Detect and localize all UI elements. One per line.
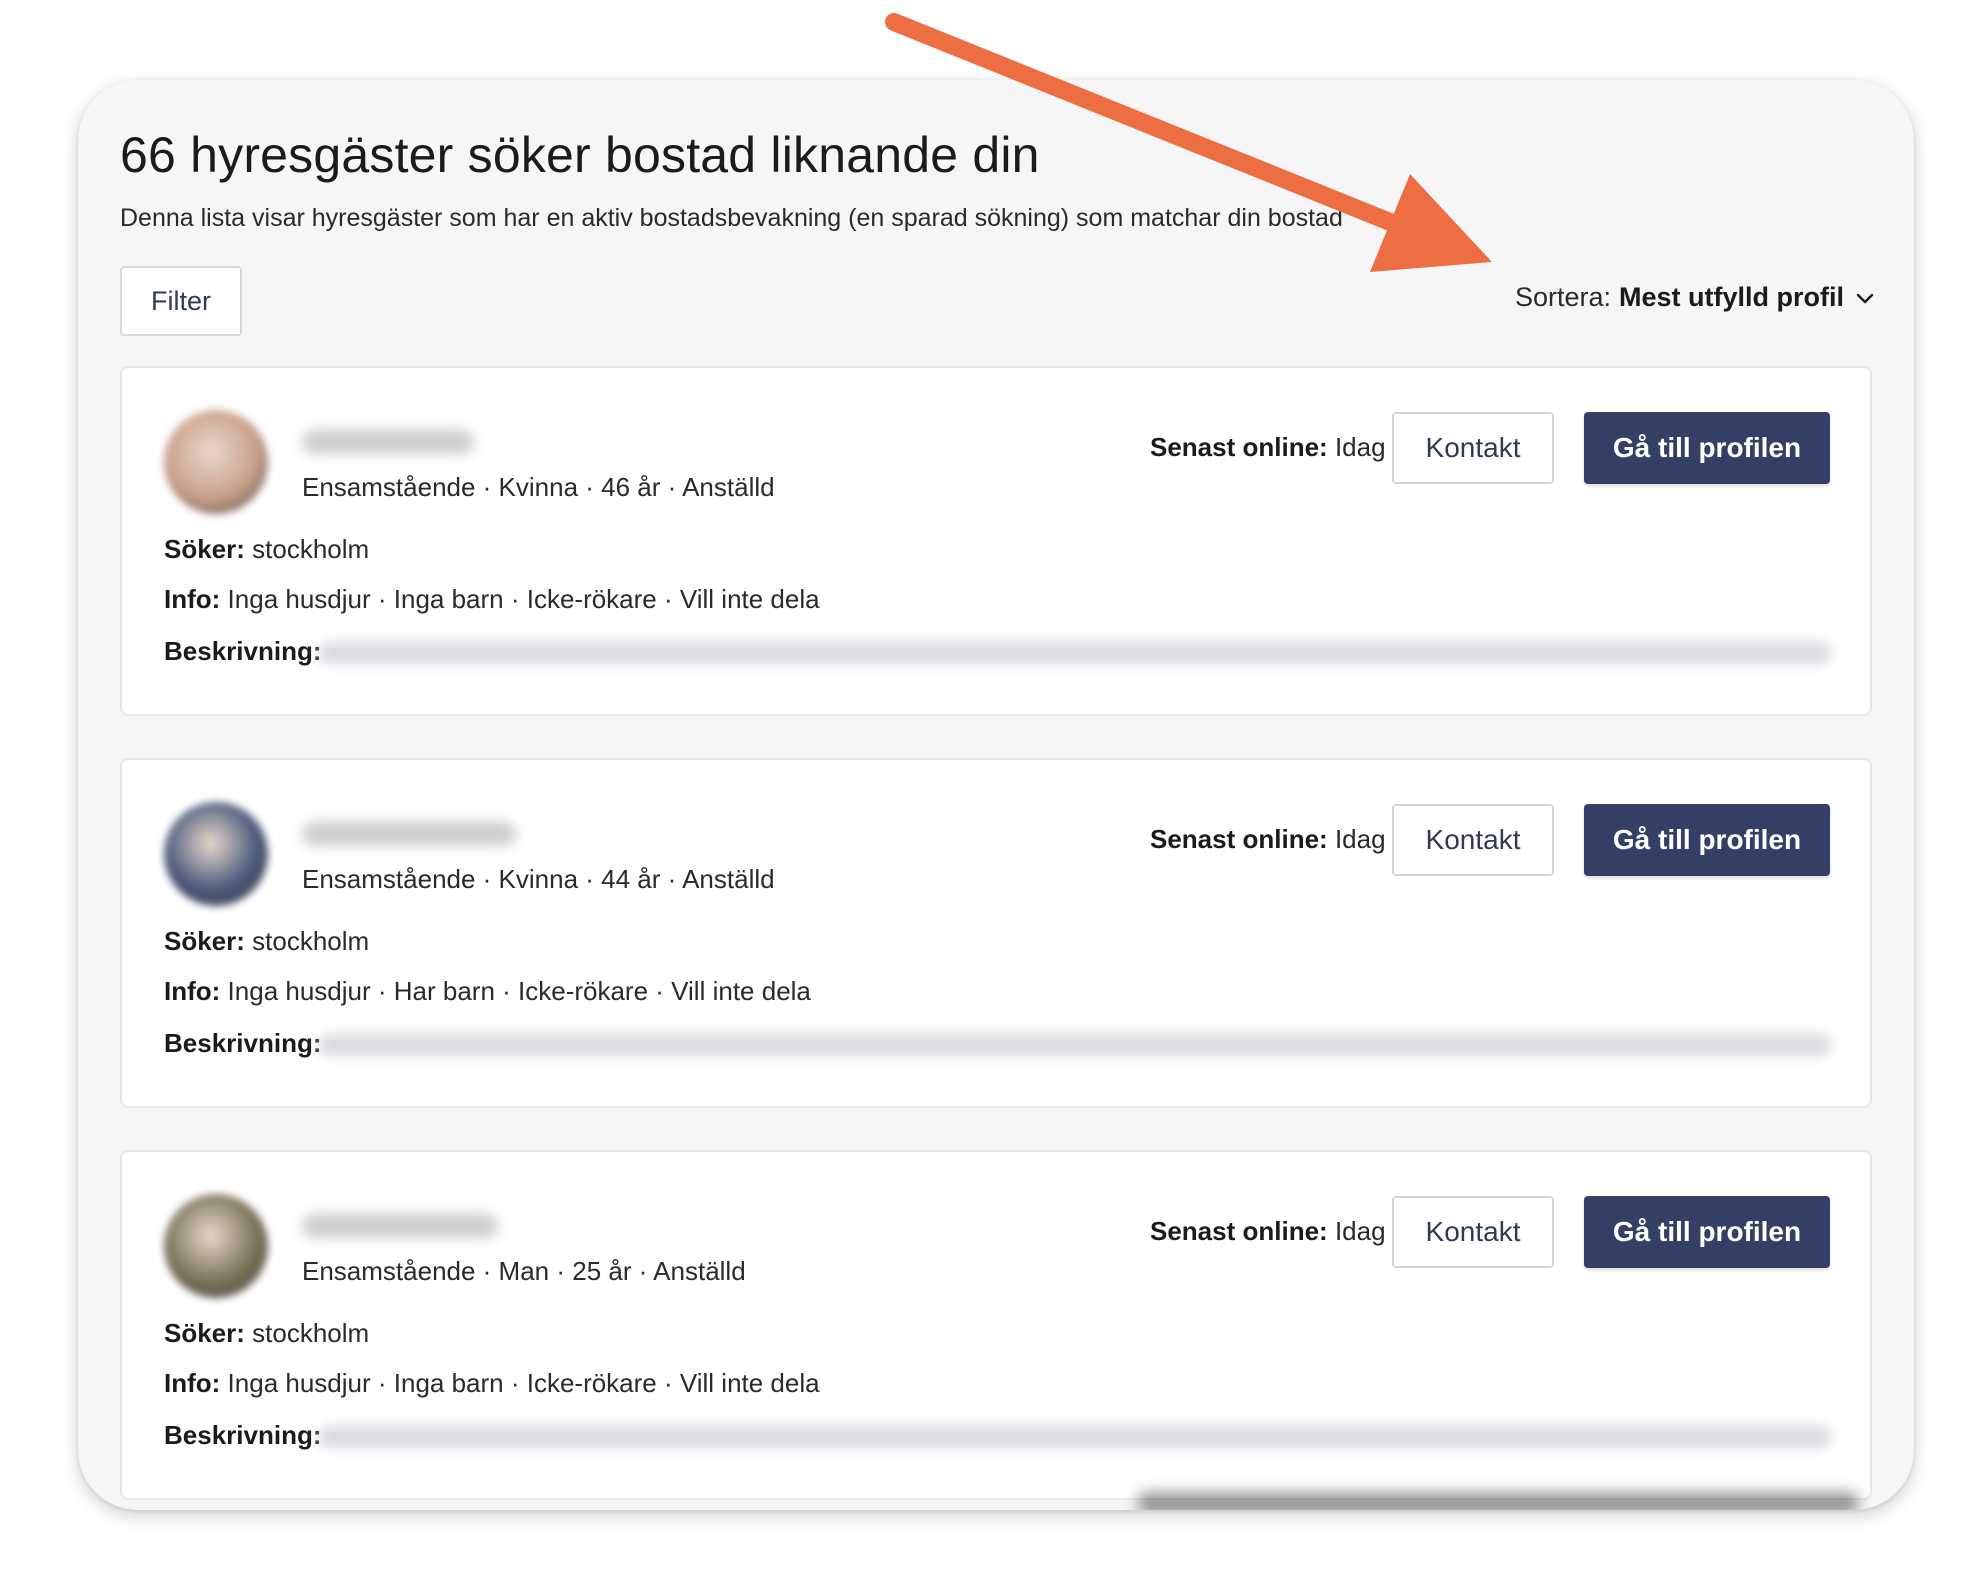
tenant-meta: Ensamstående · Kvinna · 44 år · Anställd bbox=[302, 864, 775, 894]
beskrivning-label: Beskrivning: bbox=[164, 1028, 322, 1058]
soker-label: Söker: bbox=[164, 534, 245, 564]
tenant-meta: Ensamstående · Kvinna · 46 år · Anställd bbox=[302, 472, 775, 502]
online-status: Senast online: Idag bbox=[1150, 432, 1386, 463]
tenant-card: Ensamstående · Man · 25 år · Anställd Se… bbox=[120, 1150, 1872, 1500]
description-blurred bbox=[318, 1426, 1832, 1448]
contact-button[interactable]: Kontakt bbox=[1392, 1196, 1554, 1268]
info-value: Inga husdjur · Inga barn · Icke-rökare ·… bbox=[227, 584, 820, 614]
tenant-meta: Ensamstående · Man · 25 år · Anställd bbox=[302, 1256, 746, 1286]
go-to-profile-button[interactable]: Gå till profilen bbox=[1584, 1196, 1830, 1268]
tenant-card: Ensamstående · Kvinna · 46 år · Anställd… bbox=[120, 366, 1872, 716]
search-location-row: Söker: stockholm bbox=[164, 534, 369, 565]
go-to-profile-button[interactable]: Gå till profilen bbox=[1584, 412, 1830, 484]
description-row: Beskrivning: bbox=[164, 1028, 322, 1059]
sort-value: Mest utfylld profil bbox=[1619, 282, 1844, 312]
soker-label: Söker: bbox=[164, 926, 245, 956]
online-label: Senast online: bbox=[1150, 432, 1328, 462]
info-value: Inga husdjur · Inga barn · Icke-rökare ·… bbox=[227, 1368, 820, 1398]
online-value: Idag bbox=[1334, 432, 1386, 462]
online-value: Idag bbox=[1334, 824, 1386, 854]
filter-button[interactable]: Filter bbox=[120, 266, 242, 336]
search-location-row: Söker: stockholm bbox=[164, 926, 369, 957]
info-label: Info: bbox=[164, 976, 221, 1006]
contact-button[interactable]: Kontakt bbox=[1392, 412, 1554, 484]
avatar[interactable] bbox=[164, 410, 268, 514]
info-label: Info: bbox=[164, 584, 221, 614]
go-to-profile-button[interactable]: Gå till profilen bbox=[1584, 804, 1830, 876]
info-value: Inga husdjur · Har barn · Icke-rökare · … bbox=[227, 976, 811, 1006]
description-blurred bbox=[318, 642, 1832, 664]
description-row: Beskrivning: bbox=[164, 636, 322, 667]
avatar[interactable] bbox=[164, 802, 268, 906]
info-label: Info: bbox=[164, 1368, 221, 1398]
overflow-text-blurred bbox=[1138, 1492, 1858, 1510]
tenant-name-blurred[interactable] bbox=[302, 1214, 498, 1238]
info-row: Info: Inga husdjur · Har barn · Icke-rök… bbox=[164, 976, 811, 1007]
online-status: Senast online: Idag bbox=[1150, 824, 1386, 855]
sort-prefix: Sortera: bbox=[1514, 282, 1611, 312]
chevron-down-icon bbox=[1854, 287, 1876, 309]
search-location-row: Söker: stockholm bbox=[164, 1318, 369, 1349]
contact-button[interactable]: Kontakt bbox=[1392, 804, 1554, 876]
page-title: 66 hyresgäster söker bostad liknande din bbox=[120, 127, 1040, 183]
soker-label: Söker: bbox=[164, 1318, 245, 1348]
description-row: Beskrivning: bbox=[164, 1420, 322, 1451]
avatar[interactable] bbox=[164, 1194, 268, 1298]
soker-value: stockholm bbox=[252, 926, 370, 956]
beskrivning-label: Beskrivning: bbox=[164, 1420, 322, 1450]
online-label: Senast online: bbox=[1150, 824, 1328, 854]
soker-value: stockholm bbox=[252, 534, 370, 564]
description-blurred bbox=[318, 1034, 1832, 1056]
online-value: Idag bbox=[1334, 1216, 1386, 1246]
tenant-name-blurred[interactable] bbox=[302, 430, 474, 454]
tenant-name-blurred[interactable] bbox=[302, 822, 516, 846]
info-row: Info: Inga husdjur · Inga barn · Icke-rö… bbox=[164, 1368, 820, 1399]
info-row: Info: Inga husdjur · Inga barn · Icke-rö… bbox=[164, 584, 820, 615]
sort-dropdown[interactable]: Sortera: Mest utfylld profil bbox=[1515, 282, 1876, 313]
page-subtitle: Denna lista visar hyresgäster som har en… bbox=[120, 204, 1343, 232]
beskrivning-label: Beskrivning: bbox=[164, 636, 322, 666]
tenant-card: Ensamstående · Kvinna · 44 år · Anställd… bbox=[120, 758, 1872, 1108]
online-label: Senast online: bbox=[1150, 1216, 1328, 1246]
tenant-list-panel: 66 hyresgäster söker bostad liknande din… bbox=[78, 80, 1914, 1510]
soker-value: stockholm bbox=[252, 1318, 370, 1348]
online-status: Senast online: Idag bbox=[1150, 1216, 1386, 1247]
